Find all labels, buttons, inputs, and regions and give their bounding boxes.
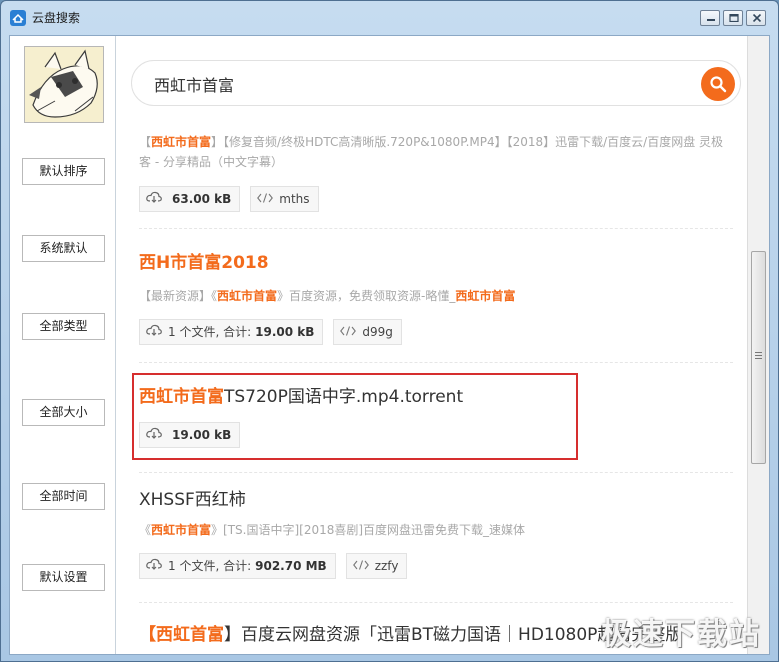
window-title: 云盘搜索 [32,11,81,25]
search-button[interactable] [701,67,735,101]
grip-line [755,355,762,356]
sidebar: 默认排序 系统默认 全部类型 全部大小 全部时间 默认设置 [10,36,116,654]
search-box [131,60,741,106]
result-description: 【最新资源】《西虹市首富》百度资源，免费领取资源-略懂_西虹市首富 [139,289,516,303]
result-description: 《西虹市首富》[TS.国语中字][2018喜剧]百度网盘迅雷免费下载_速媒体 [139,523,526,537]
result-item[interactable]: 西H市首富2018 【最新资源】《西虹市首富》百度资源，免费领取资源-略懂_西虹… [139,252,733,345]
file-size-tag[interactable]: 1 个文件, 合计: 902.70 MB [139,553,336,579]
all-time-button[interactable]: 全部时间 [22,483,105,510]
red-highlight-box [132,373,578,460]
share-code-tag[interactable]: d99g [333,319,402,345]
divider [139,472,733,473]
all-sizes-button[interactable]: 全部大小 [22,399,105,426]
anime-avatar-image [25,47,103,122]
file-size-tag[interactable]: 63.00 kB [139,186,241,212]
result-title[interactable]: XHSSF西红柿 [139,489,733,511]
code-icon [352,554,369,578]
cloud-download-icon [146,187,162,211]
file-size-tag[interactable]: 1 个文件, 合计: 19.00 kB [139,319,324,345]
grip-line [755,358,762,359]
maximize-icon [729,14,739,22]
share-code-tag[interactable]: mths [250,186,319,212]
default-settings-button[interactable]: 默认设置 [22,564,105,591]
grip-line [755,352,762,353]
client-area: 默认排序 系统默认 全部类型 全部大小 全部时间 默认设置 【西虹市首富】【修复… [9,35,770,655]
result-tags: 1 个文件, 合计: 902.70 MB zzfy [139,553,733,579]
avatar[interactable] [24,46,104,123]
title-bar: 云盘搜索 [1,1,778,35]
minimize-button[interactable] [700,10,720,26]
system-default-button[interactable]: 系统默认 [22,235,105,262]
minimize-icon [707,19,715,21]
search-input[interactable] [154,73,674,95]
window-controls [697,10,766,26]
cloud-download-icon [146,554,162,578]
app-logo-icon [10,10,26,26]
results-panel: 【西虹市首富】【修复音频/终极HDTC高清晰版.720P&1080P.MP4】【… [117,36,746,654]
search-icon [710,76,727,93]
close-icon [752,14,762,22]
divider [139,228,733,229]
result-title[interactable]: 西H市首富2018 [139,252,733,274]
result-item[interactable]: XHSSF西红柿 《西虹市首富》[TS.国语中字][2018喜剧]百度网盘迅雷免… [139,489,733,579]
all-types-button[interactable]: 全部类型 [22,313,105,340]
code-icon [340,320,357,344]
watermark: 极速下载站 [601,617,761,652]
scroll-thumb[interactable] [751,251,766,464]
result-description: 【西虹市首富】【修复音频/终极HDTC高清晰版.720P&1080P.MP4】【… [139,135,724,169]
close-button[interactable] [746,10,766,26]
vertical-scrollbar[interactable] [747,36,769,654]
divider [139,602,733,603]
maximize-button[interactable] [723,10,743,26]
result-tags: 63.00 kB mths [139,186,733,212]
share-code-tag[interactable]: zzfy [345,553,408,579]
sort-default-button[interactable]: 默认排序 [22,158,105,185]
divider [139,362,733,363]
result-tags: 1 个文件, 合计: 19.00 kB d99g [139,319,733,345]
cloud-download-icon [146,320,162,344]
app-window: 云盘搜索 默认排序 系统默认 全部类型 全部大小 全部时间 默认设置 西虹市首富… [0,0,779,662]
result-item[interactable]: 【西虹市首富】【修复音频/终极HDTC高清晰版.720P&1080P.MP4】【… [139,132,733,212]
code-icon [257,187,274,211]
